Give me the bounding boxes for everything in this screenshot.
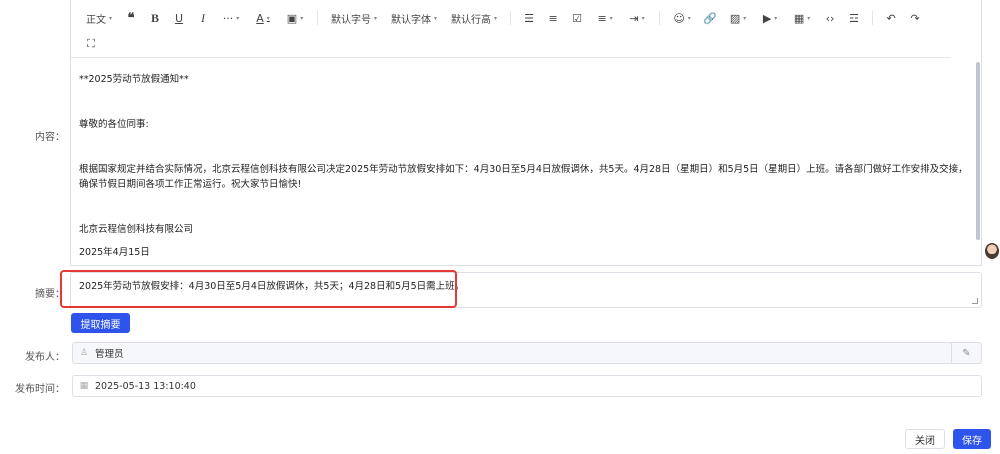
table-dropdown[interactable]: ▦ ▾ [786, 7, 818, 29]
numbered-list-icon-label: ≡ [548, 11, 558, 25]
underline-button[interactable]: U [167, 7, 191, 29]
paragraph-dropdown[interactable]: 正文 ▾ [79, 7, 119, 29]
bg-color-dropdown-label: ▣ [286, 11, 298, 25]
align-dropdown-label: ≡ [597, 11, 607, 25]
publish-time-label: 发布时间： [15, 384, 65, 395]
notice-signature: 北京云程信创科技有限公司 [79, 224, 194, 235]
close-button[interactable]: 关闭 [905, 429, 945, 449]
chevron-down-icon: ▾ [236, 14, 240, 22]
font-color-dropdown-label: A [256, 11, 264, 25]
chevron-down-icon: ▾ [266, 14, 270, 22]
chevron-down-icon: ▾ [434, 14, 438, 22]
content-label: 内容： [35, 132, 65, 143]
chevron-down-icon: ▾ [774, 14, 778, 22]
summary-text: 2025年劳动节放假安排：4月30日至5月4日放假调休，共5天；4月28日和5月… [79, 281, 465, 292]
indent-dropdown-label: ⇥ [629, 11, 639, 25]
chevron-down-icon: ▾ [641, 14, 645, 22]
bg-color-dropdown[interactable]: ▣ ▾ [279, 7, 311, 29]
more-format-dropdown-label: ··· [222, 11, 234, 25]
link-icon[interactable]: 🔗 [698, 7, 722, 29]
editor-content[interactable]: **2025劳动节放假通知** 尊敬的各位同事: 根据国家规定并结合实际情况，北… [71, 59, 976, 259]
toolbar-row-1: 正文 ▾ ❝ B U I ··· ▾ A ▾ ▣ ▾ 默认字号 ▾ 默认字体 ▾ 默认行高 ▾ ☰ ≡ ☑ ≡ ▾ ⇥ ▾ ☺ ▾ 🔗… [79, 6, 927, 30]
resize-handle-icon[interactable] [972, 298, 978, 304]
notice-greeting: 尊敬的各位同事: [79, 119, 149, 130]
extract-summary-button[interactable]: 提取摘要 [71, 313, 130, 333]
font-size-dropdown[interactable]: 默认字号 ▾ [324, 7, 384, 29]
chevron-down-icon: ▾ [609, 14, 613, 22]
undo-icon-label: ↶ [886, 11, 896, 25]
publish-time-value: 2025-05-13 13:10:40 [95, 380, 196, 392]
toolbar-separator [872, 11, 874, 25]
fullscreen-icon[interactable]: ⛶ [79, 33, 103, 55]
assistant-avatar-icon[interactable] [985, 243, 999, 259]
quote-button[interactable]: ❝ [119, 7, 143, 29]
summary-label: 摘要： [35, 289, 65, 300]
numbered-list-icon[interactable]: ≡ [541, 7, 565, 29]
todo-list-icon-label: ☑ [572, 11, 582, 25]
chevron-down-icon: ▾ [374, 14, 378, 22]
indent-dropdown[interactable]: ⇥ ▾ [621, 7, 653, 29]
undo-icon[interactable]: ↶ [879, 7, 903, 29]
toolbar-row-2: ⛶ [79, 32, 103, 56]
redo-icon-label: ↷ [910, 11, 920, 25]
chevron-down-icon: ▾ [109, 14, 113, 22]
user-icon: ♙ [79, 348, 89, 358]
table-dropdown-label: ▦ [793, 11, 805, 25]
chevron-down-icon: ▾ [687, 14, 691, 22]
notice-title: **2025劳动节放假通知** [79, 74, 189, 85]
editor-scrollbar[interactable] [976, 62, 980, 240]
emoji-dropdown[interactable]: ☺ ▾ [666, 7, 698, 29]
chevron-down-icon: ▾ [743, 14, 747, 22]
save-button[interactable]: 保存 [953, 429, 991, 449]
code-icon-label: ‹› [825, 11, 835, 25]
bullet-list-icon-label: ☰ [524, 11, 534, 25]
edit-publisher-icon[interactable]: ✎ [951, 343, 981, 363]
notice-body: 根据国家规定并结合实际情况，北京云程信创科技有限公司决定2025年劳动节放假安排… [79, 164, 968, 190]
italic-button-label: I [201, 10, 206, 25]
calendar-icon: ▦ [79, 381, 89, 391]
divider-icon[interactable]: ☲ [842, 7, 866, 29]
fullscreen-icon-label: ⛶ [87, 37, 95, 50]
italic-button[interactable]: I [191, 7, 215, 29]
paragraph-dropdown-label: 正文 [86, 14, 106, 26]
align-dropdown[interactable]: ≡ ▾ [589, 7, 621, 29]
bullet-list-icon[interactable]: ☰ [517, 7, 541, 29]
toolbar-separator [510, 11, 512, 25]
image-dropdown[interactable]: ▨ ▾ [722, 7, 754, 29]
chevron-down-icon: ▾ [807, 14, 811, 22]
link-icon-label: 🔗 [703, 11, 717, 25]
toolbar-separator [659, 11, 661, 25]
publisher-field[interactable]: ♙ 管理员 ✎ [72, 342, 982, 364]
rich-text-editor[interactable]: 正文 ▾ ❝ B U I ··· ▾ A ▾ ▣ ▾ 默认字号 ▾ 默认字体 ▾ 默认行高 ▾ ☰ ≡ ☑ ≡ ▾ ⇥ ▾ ☺ ▾ 🔗… [70, 0, 982, 266]
chevron-down-icon: ▾ [494, 14, 498, 22]
font-size-dropdown-label: 默认字号 [331, 14, 372, 26]
font-family-dropdown[interactable]: 默认字体 ▾ [384, 7, 444, 29]
video-dropdown-label: ▶ [762, 11, 772, 25]
divider-icon-label: ☲ [849, 11, 859, 25]
code-icon[interactable]: ‹› [818, 7, 842, 29]
bold-button-label: B [151, 10, 160, 25]
notice-date: 2025年4月15日 [79, 247, 150, 258]
chevron-down-icon: ▾ [300, 14, 304, 22]
publish-time-field[interactable]: ▦ 2025-05-13 13:10:40 [72, 375, 982, 397]
editor-toolbar: 正文 ▾ ❝ B U I ··· ▾ A ▾ ▣ ▾ 默认字号 ▾ 默认字体 ▾ 默认行高 ▾ ☰ ≡ ☑ ≡ ▾ ⇥ ▾ ☺ ▾ 🔗… [71, 0, 951, 58]
todo-list-icon[interactable]: ☑ [565, 7, 589, 29]
summary-textarea[interactable]: 2025年劳动节放假安排：4月30日至5月4日放假调休，共5天；4月28日和5月… [70, 272, 982, 308]
redo-icon[interactable]: ↷ [903, 7, 927, 29]
font-color-dropdown[interactable]: A ▾ [247, 7, 279, 29]
font-family-dropdown-label: 默认字体 [391, 14, 432, 26]
more-format-dropdown[interactable]: ··· ▾ [215, 7, 247, 29]
bold-button[interactable]: B [143, 7, 167, 29]
image-dropdown-label: ▨ [729, 11, 741, 25]
publisher-value: 管理员 [95, 349, 124, 360]
line-height-dropdown-label: 默认行高 [451, 14, 492, 26]
toolbar-separator [317, 11, 319, 25]
quote-button-label: ❝ [127, 10, 135, 25]
video-dropdown[interactable]: ▶ ▾ [754, 7, 786, 29]
emoji-dropdown-label: ☺ [673, 11, 685, 25]
publisher-label: 发布人： [25, 352, 65, 363]
underline-button-label: U [174, 11, 184, 25]
line-height-dropdown[interactable]: 默认行高 ▾ [444, 7, 504, 29]
